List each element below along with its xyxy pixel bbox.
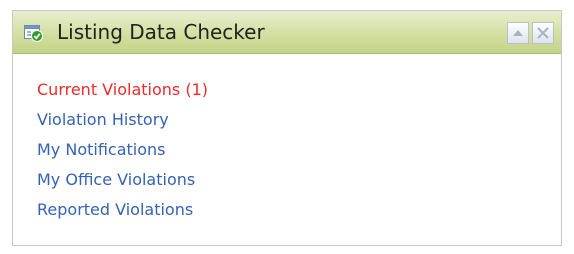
reported-violations-link[interactable]: Reported Violations (37, 200, 193, 219)
list-item: My Office Violations (37, 169, 208, 199)
list-item: My Notifications (37, 139, 208, 169)
listing-data-checker-widget: Listing Data Checker Current Violations … (12, 10, 562, 246)
close-button[interactable] (532, 22, 554, 44)
list-item: Current Violations (1) (37, 79, 208, 109)
violation-links: Current Violations (1) Violation History… (37, 79, 208, 229)
list-item: Reported Violations (37, 199, 208, 229)
list-item: Violation History (37, 109, 208, 139)
widget-title: Listing Data Checker (57, 20, 265, 44)
my-notifications-link[interactable]: My Notifications (37, 140, 166, 159)
listing-checker-icon (24, 25, 43, 42)
my-office-violations-link[interactable]: My Office Violations (37, 170, 195, 189)
current-violations-link[interactable]: Current Violations (1) (37, 80, 208, 99)
close-icon (537, 27, 549, 39)
collapse-button[interactable] (507, 22, 529, 44)
triangle-up-icon (513, 30, 523, 36)
widget-header: Listing Data Checker (13, 11, 561, 54)
violation-history-link[interactable]: Violation History (37, 110, 169, 129)
